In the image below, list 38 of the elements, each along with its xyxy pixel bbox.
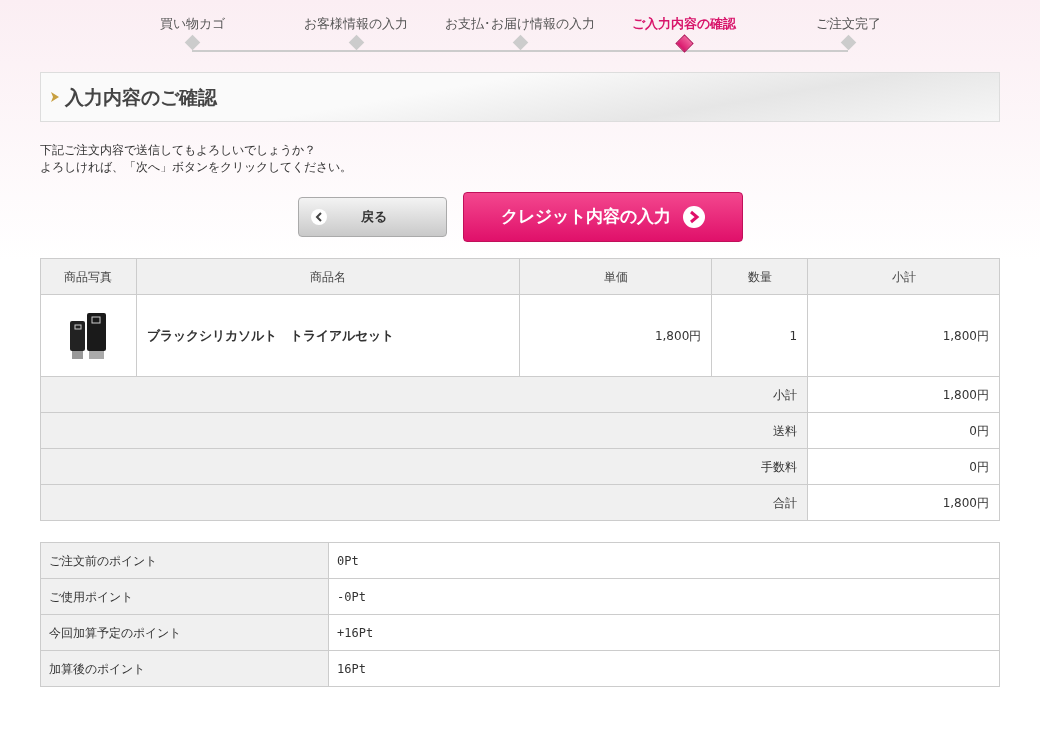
table-cell: 1,800円 <box>519 294 712 377</box>
points-label: 加算後のポイント <box>40 650 329 687</box>
chevron-left-icon <box>310 209 327 225</box>
page-heading: 入力内容のご確認 <box>65 84 217 110</box>
summary-value: 1,800円 <box>807 376 1000 413</box>
points-value: 16Pt <box>328 650 1000 687</box>
points-label: ご注文前のポイント <box>40 542 329 579</box>
step-label: お支払･お届け情報の入力 <box>445 15 595 33</box>
column-header: 商品名 <box>136 258 520 295</box>
table-cell: 1,800円 <box>807 294 1000 377</box>
summary-label: 手数料 <box>40 448 808 485</box>
step-label: お客様情報の入力 <box>304 15 408 33</box>
column-header: 商品写真 <box>40 258 137 295</box>
chevron-icon <box>51 92 59 102</box>
points-value: -0Pt <box>328 578 1000 615</box>
points-label: ご使用ポイント <box>40 578 329 615</box>
chevron-right-icon <box>682 206 705 228</box>
table-cell: 1 <box>711 294 808 377</box>
message-text: よろしければ、「次へ」ボタンをクリックしてください。 <box>40 159 353 176</box>
summary-label: 小計 <box>40 376 808 413</box>
product-name: ブラックシリカソルト トライアルセット <box>136 294 520 377</box>
step-label: ご注文完了 <box>815 15 881 33</box>
summary-value: 1,800円 <box>807 484 1000 521</box>
step-label: ご入力内容の確認 <box>632 15 736 33</box>
summary-value: 0円 <box>807 448 1000 485</box>
points-label: 今回加算予定のポイント <box>40 614 329 651</box>
column-header: 数量 <box>711 258 808 295</box>
summary-label: 合計 <box>40 484 808 521</box>
step-label: 買い物カゴ <box>159 15 225 33</box>
column-header: 単価 <box>519 258 712 295</box>
back-button[interactable]: 戻る <box>297 197 447 237</box>
summary-value: 0円 <box>807 412 1000 449</box>
summary-label: 送料 <box>40 412 808 449</box>
points-value: +16Pt <box>328 614 1000 651</box>
column-header: 小計 <box>807 258 1000 295</box>
points-value: 0Pt <box>328 542 1000 579</box>
message-text: 下記ご注文内容で送信してもよろしいでしょうか？ <box>40 142 317 159</box>
next-button[interactable]: クレジット内容の入力 <box>462 192 743 242</box>
